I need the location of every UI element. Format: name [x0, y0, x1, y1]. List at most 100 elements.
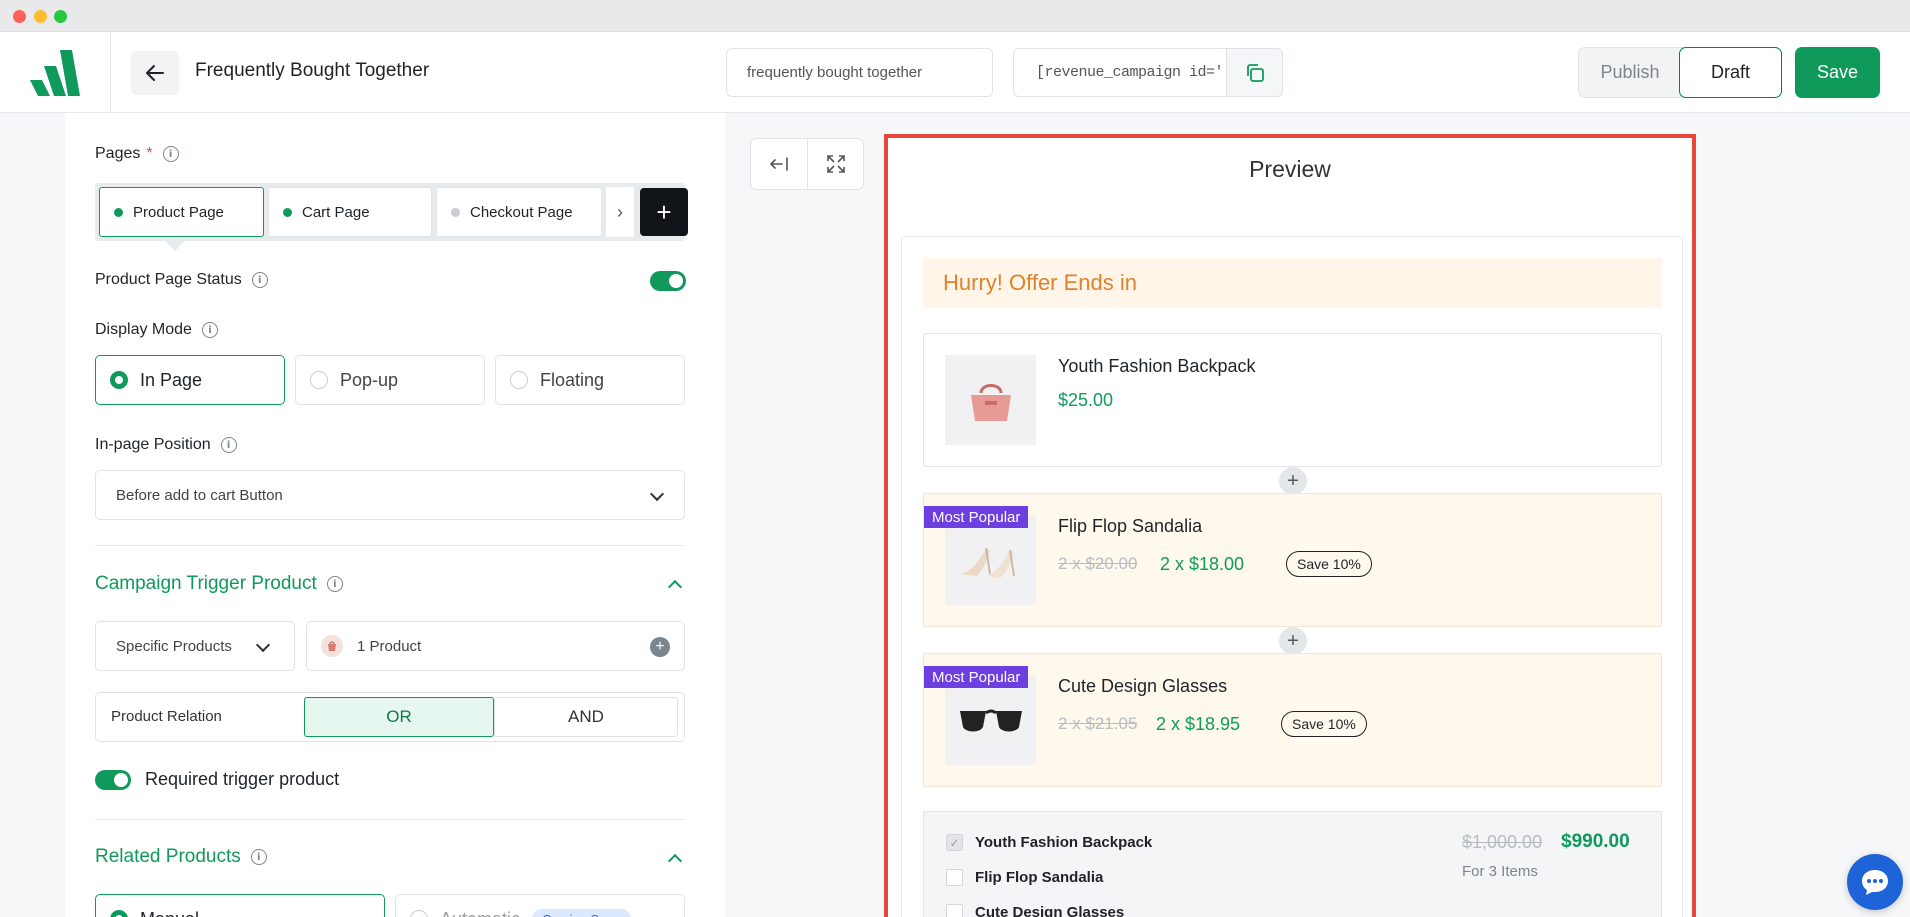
window-maximize-button[interactable]	[54, 10, 67, 23]
campaign-name-input[interactable]: frequently bought together	[726, 48, 993, 97]
bundle-summary: ✓ Youth Fashion Backpack Flip Flop Sanda…	[923, 811, 1662, 917]
info-icon[interactable]: i	[251, 272, 268, 288]
arrow-left-icon	[146, 65, 164, 81]
info-icon[interactable]: i	[220, 437, 237, 453]
section-divider	[95, 545, 685, 546]
product-new-price: 2 x $18.00	[1160, 554, 1245, 574]
collapse-left-icon	[769, 157, 788, 171]
chat-bubble-icon	[1862, 870, 1888, 895]
tab-checkout-page[interactable]: Checkout Page	[436, 187, 602, 237]
checkbox-unchecked	[946, 869, 963, 886]
trigger-type-select[interactable]: Specific Products	[95, 621, 295, 671]
chevron-up-icon[interactable]	[667, 853, 683, 869]
window-close-button[interactable]	[13, 10, 26, 23]
bag-icon	[321, 635, 343, 657]
info-icon[interactable]: i	[250, 849, 267, 865]
summary-old-total: $1,000.00	[1462, 832, 1543, 852]
header-divider	[110, 32, 111, 113]
radio-unselected	[310, 371, 328, 389]
left-gutter	[0, 113, 65, 917]
required-trigger-toggle[interactable]	[95, 770, 131, 790]
product-name: Cute Design Glasses	[1058, 676, 1228, 696]
add-page-button[interactable]: +	[640, 188, 688, 236]
checkbox-checked: ✓	[946, 834, 963, 851]
product-card[interactable]: Most Popular Flip Flop Sandalia 2 x $20.…	[923, 493, 1662, 627]
publish-button[interactable]: Publish	[1579, 48, 1681, 97]
product-relation: Product Relation OR AND	[95, 692, 685, 742]
shortcode-field[interactable]: [revenue_campaign id='	[1013, 48, 1283, 97]
tab-cart-page[interactable]: Cart Page	[268, 187, 432, 237]
checkbox-unchecked	[946, 904, 963, 917]
product-card[interactable]: Youth Fashion Backpack $25.00	[923, 333, 1662, 467]
summary-item-checkbox[interactable]: ✓ Youth Fashion Backpack	[946, 834, 1152, 851]
settings-panel: Pages * i Product Page Cart Page Checkout…	[65, 113, 725, 917]
display-mode-pop-up[interactable]: Pop-up	[295, 355, 485, 405]
collapse-panel-button[interactable]	[751, 139, 807, 189]
fbt-widget: Hurry! Offer Ends in Youth Fashion Backp…	[901, 236, 1683, 917]
handbag-icon	[970, 384, 1011, 421]
info-icon[interactable]: i	[201, 322, 218, 338]
preview-toolbar	[750, 138, 864, 190]
right-gutter	[1850, 113, 1910, 917]
info-icon[interactable]: i	[326, 576, 343, 592]
pages-label: Pages * i	[95, 145, 179, 163]
related-mode-manual[interactable]: Manual	[95, 894, 385, 917]
save-badge: Save 10%	[1281, 711, 1367, 737]
tab-product-page[interactable]: Product Page	[99, 187, 264, 237]
inpage-position-select[interactable]: Before add to cart Button	[95, 470, 685, 520]
trigger-products-field[interactable]: 1 Product +	[306, 621, 685, 671]
chat-support-button[interactable]	[1847, 854, 1903, 910]
save-badge: Save 10%	[1286, 551, 1372, 577]
coming-soon-badge: Coming Soon	[532, 908, 631, 917]
summary-item-checkbox[interactable]: Cute Design Glasses	[946, 904, 1124, 917]
glasses-icon	[959, 709, 1022, 732]
summary-item-count: For 3 Items	[1462, 863, 1538, 880]
draft-button[interactable]: Draft	[1679, 47, 1782, 98]
product-image	[945, 355, 1036, 445]
page-status-toggle[interactable]	[650, 271, 686, 291]
tabs-scroll-right-button[interactable]: ›	[606, 187, 634, 237]
radio-selected	[110, 371, 128, 389]
inpage-position-label: In-page Position i	[95, 436, 237, 454]
save-button[interactable]: Save	[1795, 47, 1880, 98]
radio-selected	[110, 910, 128, 917]
product-name: Flip Flop Sandalia	[1058, 516, 1203, 536]
radio-unselected	[410, 910, 428, 917]
status-dot	[451, 207, 460, 217]
required-trigger-label: Required trigger product	[145, 769, 340, 789]
info-icon[interactable]: i	[162, 146, 179, 162]
back-button[interactable]	[131, 51, 179, 95]
page-status-label: Product Page Status i	[95, 271, 268, 289]
plus-icon: +	[1279, 627, 1307, 655]
active-tab-pointer	[165, 241, 185, 251]
section-divider	[95, 819, 685, 820]
preview-frame: Preview Hurry! Offer Ends in Youth Fashi…	[884, 134, 1696, 917]
trigger-section-title[interactable]: Campaign Trigger Product i	[95, 573, 343, 595]
chevron-up-icon[interactable]	[667, 579, 683, 595]
related-mode-automatic[interactable]: Automatic Coming Soon	[395, 894, 685, 917]
product-name: Youth Fashion Backpack	[1058, 356, 1256, 376]
product-old-price: 2 x $20.00	[1058, 554, 1138, 573]
brand-logo-icon	[30, 50, 80, 96]
relation-and-button[interactable]: AND	[494, 697, 678, 737]
offer-banner: Hurry! Offer Ends in	[923, 258, 1662, 308]
copy-shortcode-button[interactable]	[1226, 49, 1282, 96]
chevron-right-icon: ›	[617, 201, 623, 222]
relation-or-button[interactable]: OR	[304, 697, 494, 737]
related-section-title[interactable]: Related Products i	[95, 846, 267, 868]
relation-label: Product Relation	[111, 708, 222, 725]
plus-icon: +	[1279, 467, 1307, 495]
add-product-icon[interactable]: +	[650, 637, 670, 657]
display-mode-label: Display Mode i	[95, 321, 218, 339]
product-image	[945, 675, 1036, 765]
expand-icon	[827, 155, 845, 173]
product-card[interactable]: Most Popular Cute Design Glasses 2 x $21…	[923, 653, 1662, 787]
fullscreen-button[interactable]	[808, 139, 864, 189]
display-mode-in-page[interactable]: In Page	[95, 355, 285, 405]
display-mode-floating[interactable]: Floating	[495, 355, 685, 405]
window-minimize-button[interactable]	[34, 10, 47, 23]
page-title: Frequently Bought Together	[195, 60, 430, 81]
summary-item-checkbox[interactable]: Flip Flop Sandalia	[946, 869, 1103, 886]
product-price: $25.00	[1058, 390, 1114, 410]
shortcode-text: [revenue_campaign id='	[1036, 64, 1224, 81]
